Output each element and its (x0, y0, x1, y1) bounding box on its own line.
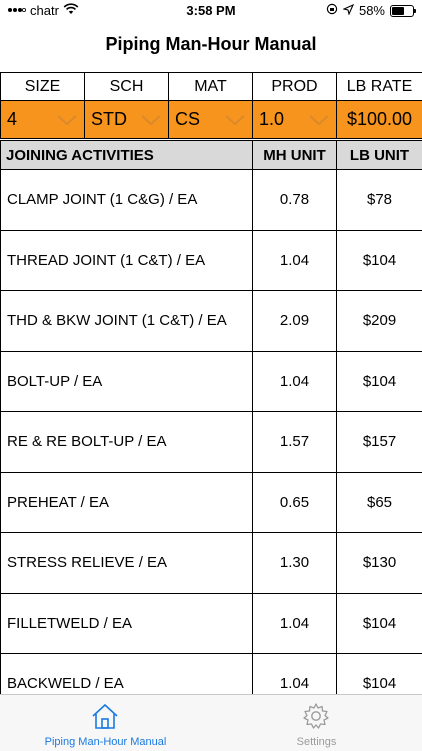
mh-unit-header: MH UNIT (253, 141, 337, 170)
battery-percent: 58% (359, 3, 385, 18)
tab-manual-label: Piping Man-Hour Manual (0, 736, 211, 748)
mh-unit-value: 1.30 (253, 533, 337, 594)
lb-unit-value: $78 (337, 170, 422, 231)
lb-unit-value: $104 (337, 593, 422, 654)
tab-settings[interactable]: Settings (211, 695, 422, 751)
table-row[interactable]: THREAD JOINT (1 C&T) / EA 1.04 $104 (1, 230, 422, 291)
lb-unit-value: $209 (337, 291, 422, 352)
table-row[interactable]: FILLETWELD / EA 1.04 $104 (1, 593, 422, 654)
battery-icon (390, 5, 414, 17)
table-row[interactable]: RE & RE BOLT-UP / EA 1.57 $157 (1, 412, 422, 473)
activity-name: FILLETWELD / EA (1, 593, 253, 654)
activities-table: JOINING ACTIVITIES MH UNIT LB UNIT CLAMP… (0, 140, 422, 715)
tab-bar: Piping Man-Hour Manual Settings (0, 694, 422, 751)
activity-name: CLAMP JOINT (1 C&G) / EA (1, 170, 253, 231)
lb-unit-value: $104 (337, 351, 422, 412)
gear-icon (301, 701, 331, 731)
size-value: 4 (7, 109, 17, 130)
activities-header: JOINING ACTIVITIES (1, 141, 253, 170)
chevron-down-icon (140, 113, 162, 127)
prod-value: 1.0 (259, 109, 284, 130)
sch-value: STD (91, 109, 127, 130)
lb-rate-header: LB RATE (337, 73, 422, 101)
lb-rate-field[interactable]: $100.00 (337, 101, 422, 139)
activity-name: THD & BKW JOINT (1 C&T) / EA (1, 291, 253, 352)
mh-unit-value: 0.65 (253, 472, 337, 533)
sch-header: SCH (85, 73, 169, 101)
selector-header-row: SIZE SCH MAT PROD LB RATE (1, 73, 422, 101)
tab-manual[interactable]: Piping Man-Hour Manual (0, 695, 211, 751)
table-row[interactable]: PREHEAT / EA 0.65 $65 (1, 472, 422, 533)
rotation-lock-icon (326, 3, 338, 18)
lb-unit-value: $104 (337, 230, 422, 291)
home-icon (90, 701, 120, 731)
table-row[interactable]: THD & BKW JOINT (1 C&T) / EA 2.09 $209 (1, 291, 422, 352)
location-icon (343, 3, 354, 18)
prod-header: PROD (253, 73, 337, 101)
table-row[interactable]: STRESS RELIEVE / EA 1.30 $130 (1, 533, 422, 594)
tab-settings-label: Settings (211, 736, 422, 748)
activity-name: BOLT-UP / EA (1, 351, 253, 412)
size-picker[interactable]: 4 (1, 101, 85, 139)
mh-unit-value: 1.04 (253, 230, 337, 291)
activity-name: RE & RE BOLT-UP / EA (1, 412, 253, 473)
mh-unit-value: 1.04 (253, 351, 337, 412)
chevron-down-icon (224, 113, 246, 127)
activities-header-row: JOINING ACTIVITIES MH UNIT LB UNIT (1, 141, 422, 170)
mat-value: CS (175, 109, 200, 130)
mat-header: MAT (169, 73, 253, 101)
lb-unit-value: $130 (337, 533, 422, 594)
prod-picker[interactable]: 1.0 (253, 101, 337, 139)
lb-unit-header: LB UNIT (337, 141, 422, 170)
table-row[interactable]: CLAMP JOINT (1 C&G) / EA 0.78 $78 (1, 170, 422, 231)
mh-unit-value: 1.04 (253, 593, 337, 654)
size-header: SIZE (1, 73, 85, 101)
table-row[interactable]: BOLT-UP / EA 1.04 $104 (1, 351, 422, 412)
status-bar: chatr 3:58 PM 58% (0, 0, 422, 24)
sch-picker[interactable]: STD (85, 101, 169, 139)
activity-name: THREAD JOINT (1 C&T) / EA (1, 230, 253, 291)
activity-name: STRESS RELIEVE / EA (1, 533, 253, 594)
lb-unit-value: $157 (337, 412, 422, 473)
lb-unit-value: $65 (337, 472, 422, 533)
selector-row: 4 STD CS 1.0 $100.00 (1, 101, 422, 139)
mh-unit-value: 0.78 (253, 170, 337, 231)
manhour-table: SIZE SCH MAT PROD LB RATE 4 STD CS 1.0 $… (0, 72, 422, 139)
mat-picker[interactable]: CS (169, 101, 253, 139)
mh-unit-value: 2.09 (253, 291, 337, 352)
chevron-down-icon (308, 113, 330, 127)
page-title: Piping Man-Hour Manual (0, 34, 422, 55)
activity-name: PREHEAT / EA (1, 472, 253, 533)
chevron-down-icon (56, 113, 78, 127)
status-right: 58% (326, 3, 414, 18)
mh-unit-value: 1.57 (253, 412, 337, 473)
